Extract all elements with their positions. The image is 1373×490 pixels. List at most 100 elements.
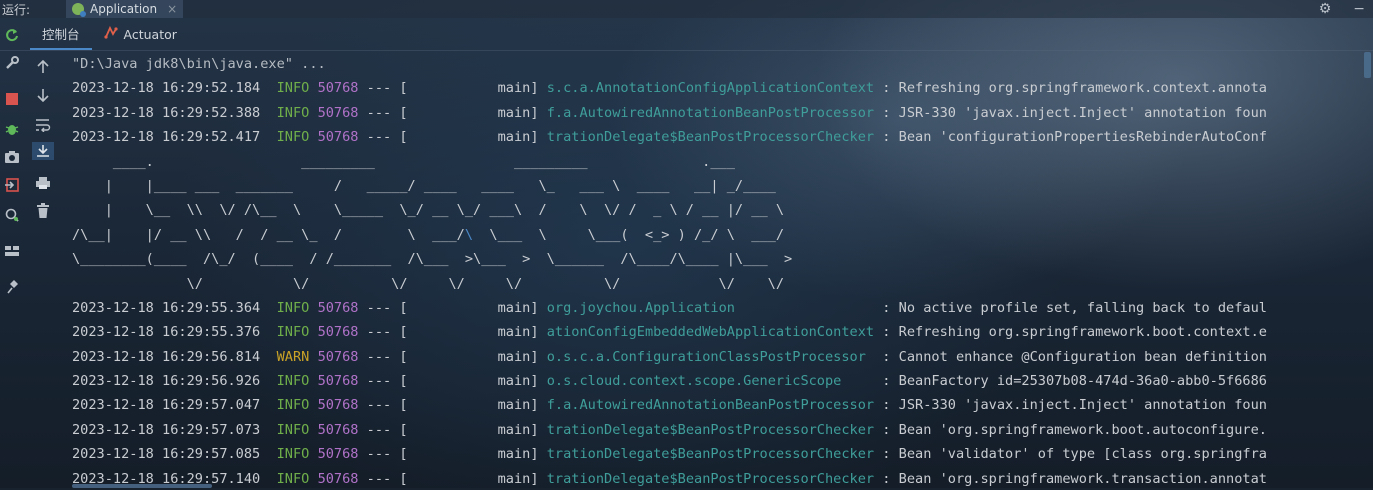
stop-icon[interactable]	[3, 90, 21, 108]
log-level: INFO	[276, 421, 310, 438]
log-line: 2023-12-18 16:29:56.814 WARN 50768 --- […	[72, 345, 1367, 369]
run-tab-application[interactable]: Application ×	[66, 0, 184, 18]
log-pid: 50768	[317, 348, 359, 365]
banner-text: | |____ ___ _______ / _____/ ____ ____ \…	[72, 177, 776, 194]
log-message: : BeanFactory id=25307b08-474d-36a0-abb0…	[874, 373, 1267, 390]
log-logger: ationConfigEmbeddedWebApplicationContext	[546, 324, 875, 341]
log-level: INFO	[276, 397, 310, 414]
camera-icon[interactable]	[3, 148, 21, 166]
log-level: INFO	[276, 470, 310, 487]
log-pid: 50768	[317, 80, 359, 97]
log-separator: --- [	[366, 421, 408, 438]
pin-icon[interactable]	[3, 278, 21, 296]
log-thread: main]	[407, 397, 539, 414]
log-pid: 50768	[317, 299, 359, 316]
wrench-icon[interactable]	[3, 54, 21, 72]
minimize-icon[interactable]: −	[1353, 1, 1365, 17]
log-thread: main]	[407, 470, 539, 487]
log-separator: --- [	[366, 397, 408, 414]
log-timestamp: 2023-12-18 16:29:56.926	[72, 373, 261, 390]
log-logger: o.s.cloud.context.scope.GenericScope	[546, 373, 875, 390]
vertical-scrollbar[interactable]	[1364, 52, 1371, 78]
console-output[interactable]: "D:\Java jdk8\bin\java.exe" ... 2023-12-…	[72, 52, 1367, 488]
banner-line: | \__ \\ \/ /\__ \ \_____ \_/ __ \_/ ___…	[72, 198, 1367, 222]
run-left-toolbar	[0, 18, 26, 488]
log-logger: trationDelegate$BeanPostProcessorChecker	[546, 129, 875, 146]
arrow-down-icon[interactable]	[34, 86, 52, 104]
banner-line: | |____ ___ _______ / _____/ ____ ____ \…	[72, 174, 1367, 198]
debug-bug-icon[interactable]	[3, 120, 21, 138]
log-line: 2023-12-18 16:29:56.926 INFO 50768 --- […	[72, 369, 1367, 393]
log-line: 2023-12-18 16:29:57.073 INFO 50768 --- […	[72, 418, 1367, 442]
console-tabs: 控制台 Actuator	[0, 18, 1373, 51]
log-logger: f.a.AutowiredAnnotationBeanPostProcessor	[546, 104, 875, 121]
log-level: INFO	[276, 129, 310, 146]
trash-icon[interactable]	[34, 202, 52, 220]
log-timestamp: 2023-12-18 16:29:57.073	[72, 421, 261, 438]
search-settings-icon[interactable]	[3, 206, 21, 224]
run-toolbar: 运行: Application × ⚙ −	[0, 0, 1373, 18]
banner-text: | \__ \\ \/ /\__ \ \_____ \_/ __ \_/ ___…	[72, 202, 785, 219]
log-pid: 50768	[317, 104, 359, 121]
log-logger: trationDelegate$BeanPostProcessorChecker	[546, 470, 875, 487]
log-line: 2023-12-18 16:29:52.184 INFO 50768 --- […	[72, 76, 1367, 100]
banner-line: ____. _________ _________ .___	[72, 150, 1367, 174]
log-line: 2023-12-18 16:29:55.376 INFO 50768 --- […	[72, 320, 1367, 344]
log-pid: 50768	[317, 373, 359, 390]
log-logger: s.c.a.AnnotationConfigApplicationContext	[546, 80, 875, 97]
tab-console[interactable]: 控制台	[30, 18, 92, 50]
log-level: INFO	[276, 80, 310, 97]
log-lines-after-banner: 2023-12-18 16:29:55.364 INFO 50768 --- […	[72, 296, 1367, 488]
horizontal-scrollbar[interactable]	[72, 484, 212, 488]
window-controls: ⚙ −	[1319, 0, 1365, 18]
scroll-to-end-icon[interactable]	[32, 142, 54, 160]
banner-text: \/ \/ \/ \/ \/ \/ \/ \/	[72, 275, 785, 292]
tab-actuator[interactable]: Actuator	[92, 18, 189, 50]
run-label: 运行:	[2, 2, 31, 17]
log-level: INFO	[276, 104, 310, 121]
log-separator: --- [	[366, 373, 408, 390]
log-timestamp: 2023-12-18 16:29:52.417	[72, 129, 261, 146]
gear-icon[interactable]: ⚙	[1319, 1, 1332, 17]
log-timestamp: 2023-12-18 16:29:52.388	[72, 104, 261, 121]
login-exit-icon[interactable]	[3, 176, 21, 194]
layout-icon[interactable]	[3, 242, 21, 260]
log-message: : JSR-330 'javax.inject.Inject' annotati…	[874, 397, 1267, 414]
log-line: 2023-12-18 16:29:57.085 INFO 50768 --- […	[72, 442, 1367, 466]
log-timestamp: 2023-12-18 16:29:52.184	[72, 80, 261, 97]
log-line: 2023-12-18 16:29:52.417 INFO 50768 --- […	[72, 125, 1367, 149]
log-message: : Refreshing org.springframework.context…	[874, 80, 1267, 97]
log-pid: 50768	[317, 446, 359, 463]
log-logger: f.a.AutowiredAnnotationBeanPostProcessor	[546, 397, 875, 414]
command-line: "D:\Java jdk8\bin\java.exe" ...	[72, 56, 326, 72]
log-separator: --- [	[366, 470, 408, 487]
log-logger: org.joychou.Application	[546, 299, 875, 316]
log-level: INFO	[276, 324, 310, 341]
log-message: : Refreshing org.springframework.boot.co…	[874, 324, 1267, 341]
run-tab-title: Application	[90, 2, 158, 16]
log-line: 2023-12-18 16:29:52.388 INFO 50768 --- […	[72, 101, 1367, 125]
actuator-icon	[103, 25, 118, 43]
log-message: : Cannot enhance @Configuration bean def…	[874, 348, 1267, 365]
banner-line: /\__| |/ __ \\ / / __ \_ / \ ___/\ \___ …	[72, 223, 1367, 247]
rerun-icon[interactable]	[3, 26, 21, 44]
log-message: : Bean 'org.springframework.boot.autocon…	[874, 421, 1267, 438]
tab-actuator-label: Actuator	[123, 26, 177, 42]
arrow-up-icon[interactable]	[34, 58, 52, 76]
print-icon[interactable]	[34, 174, 52, 192]
log-pid: 50768	[317, 324, 359, 341]
log-level: INFO	[276, 446, 310, 463]
banner-highlight: \	[464, 226, 474, 243]
close-tab-icon[interactable]: ×	[167, 2, 177, 16]
log-timestamp: 2023-12-18 16:29:57.047	[72, 397, 261, 414]
log-timestamp: 2023-12-18 16:29:55.364	[72, 299, 261, 316]
log-thread: main]	[407, 446, 539, 463]
log-level: WARN	[276, 348, 310, 365]
log-separator: --- [	[366, 348, 408, 365]
log-separator: --- [	[366, 324, 408, 341]
log-pid: 50768	[317, 470, 359, 487]
banner-line: \________(____ /\_/ (____ / /_______ /\_…	[72, 247, 1367, 271]
log-thread: main]	[407, 104, 539, 121]
soft-wrap-icon[interactable]	[34, 116, 52, 134]
log-line: 2023-12-18 16:29:57.047 INFO 50768 --- […	[72, 393, 1367, 417]
